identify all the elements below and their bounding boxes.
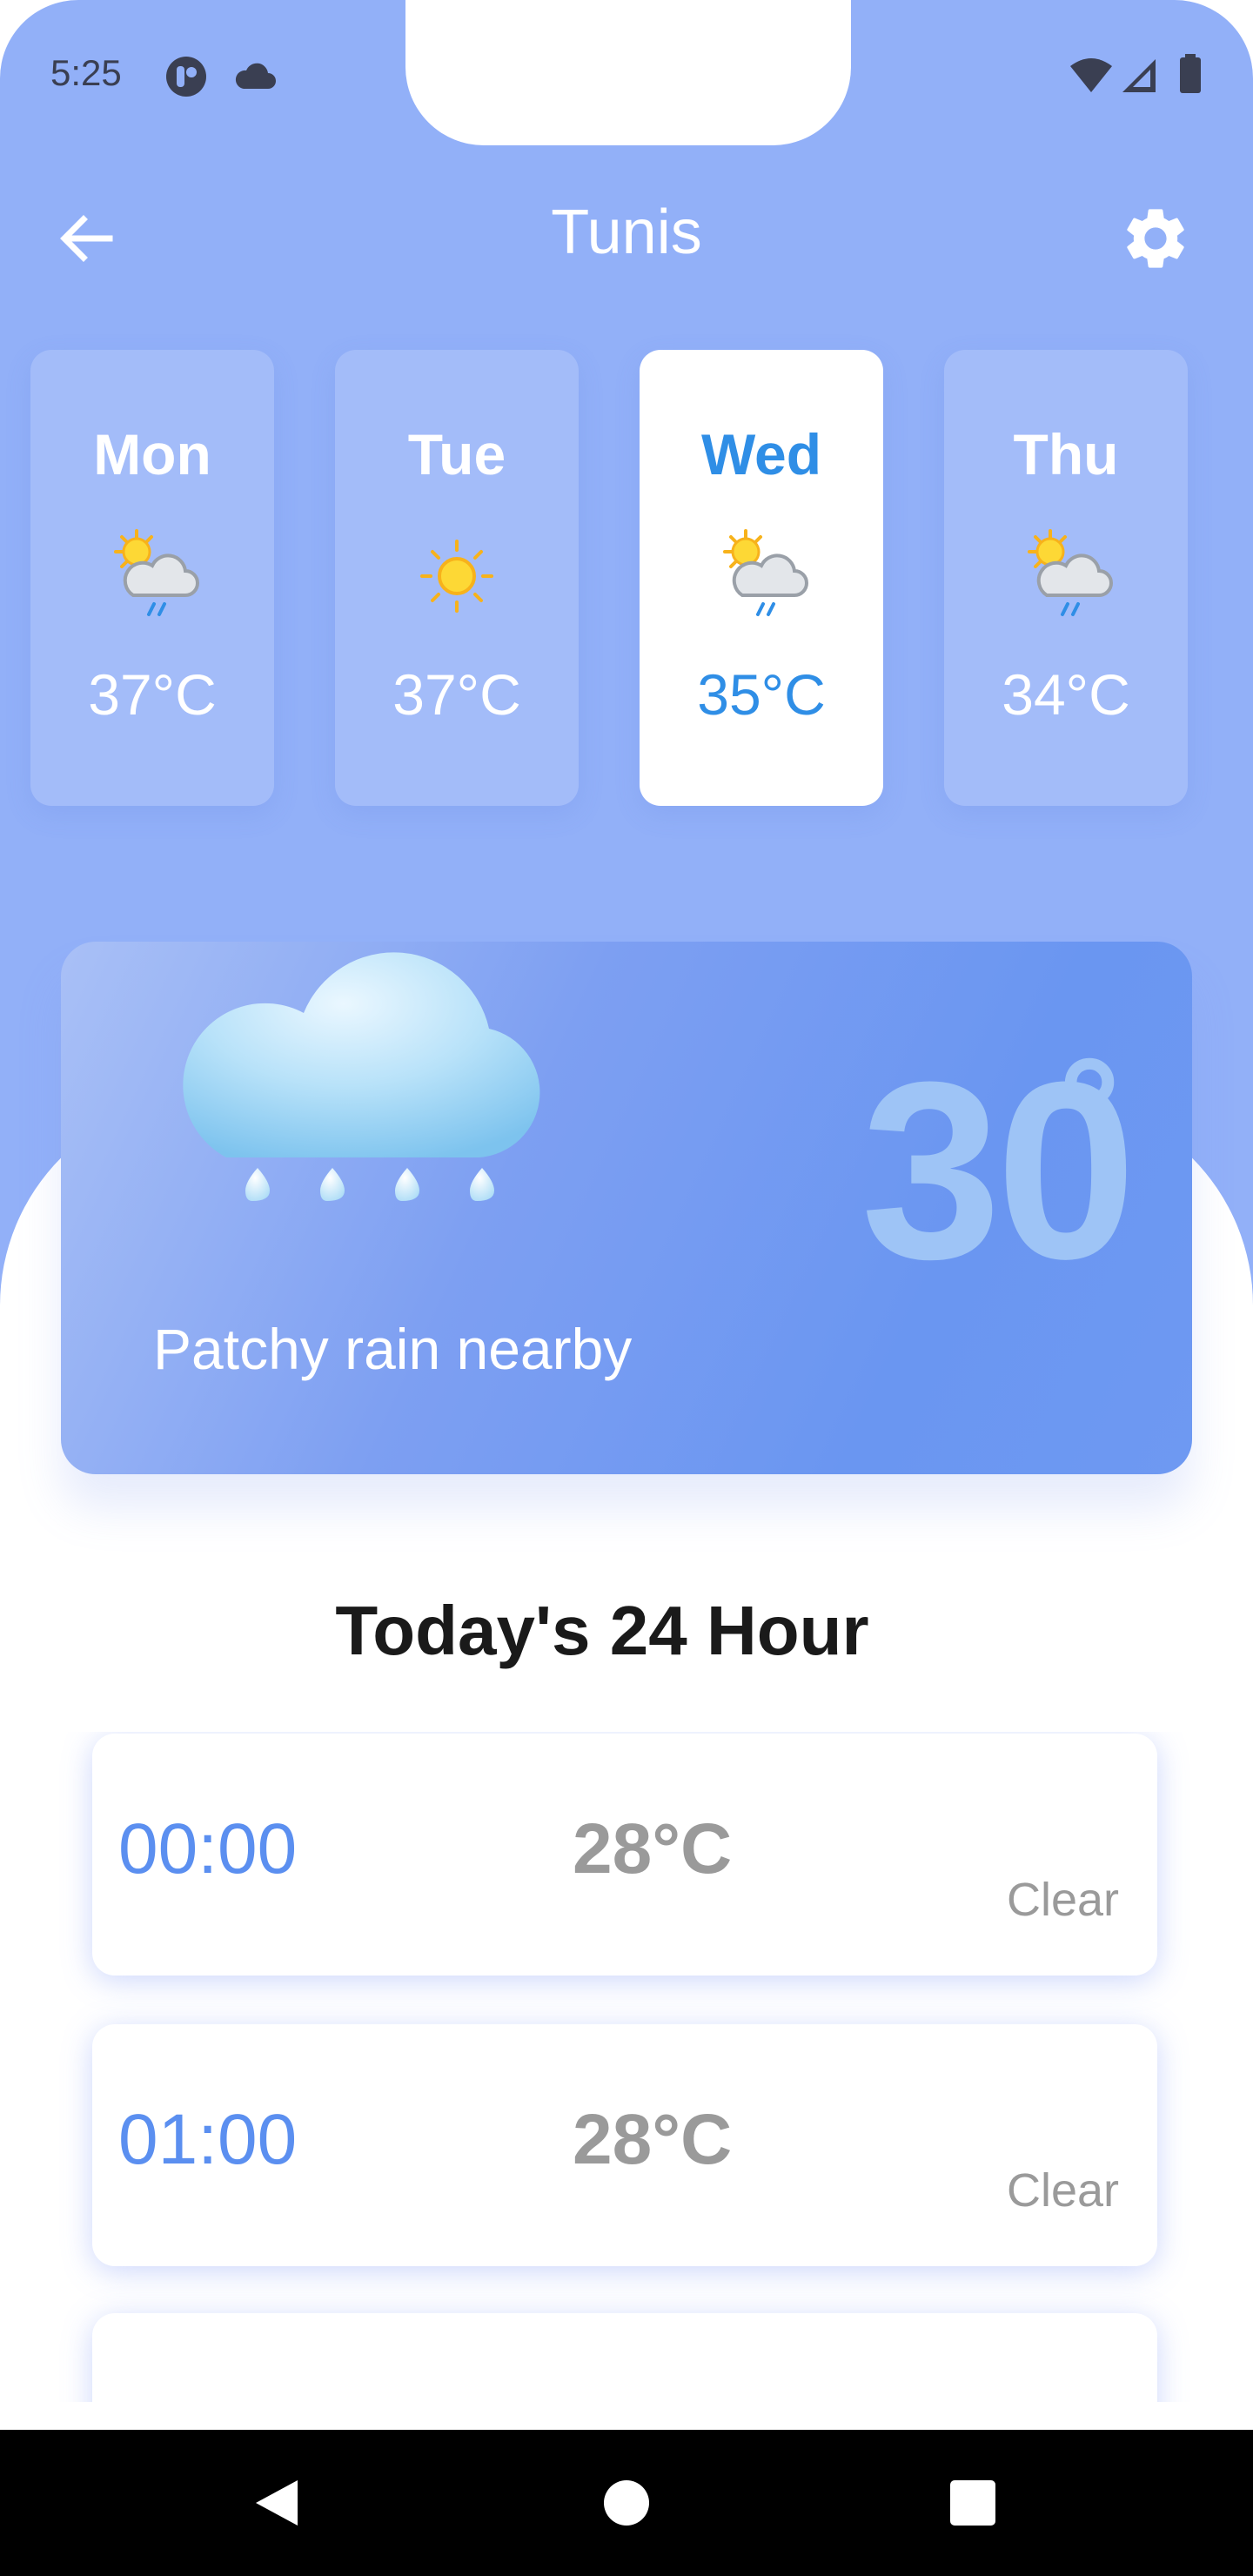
nav-recents-button[interactable] (938, 2468, 1008, 2538)
moon-icon (1056, 2090, 1072, 2122)
app-bar: Tunis (0, 174, 1253, 296)
hour-temp: 28°C (573, 2100, 733, 2179)
moon-icon (1056, 2379, 1072, 2402)
status-time: 5:25 (50, 52, 122, 93)
hour-row[interactable] (92, 2313, 1157, 2402)
rain-cloud-icon (183, 952, 540, 1201)
day-name: Thu (1013, 422, 1119, 486)
system-nav-bar (0, 2430, 1253, 2576)
day-temp: 35°C (697, 662, 826, 727)
sun-cloud-rain-icon (723, 529, 808, 616)
moon-icon (1056, 1800, 1072, 1831)
hour-row[interactable]: 01:00 28°C Clear (92, 2024, 1157, 2266)
nav-back-button[interactable] (244, 2468, 313, 2538)
day-name: Mon (93, 422, 211, 486)
sun-cloud-rain-icon (114, 529, 199, 616)
cellular-icon (1121, 57, 1157, 98)
hour-condition: Clear (1006, 1874, 1119, 1926)
hourly-section-title: Today's 24 Hour (335, 1592, 869, 1669)
day-card-wed[interactable]: Wed 35°C (640, 350, 883, 806)
home-circle-icon (604, 2480, 649, 2526)
status-bar: 5:25 (0, 50, 1253, 103)
degree-symbol: ° (1058, 1026, 1121, 1201)
day-name: Wed (700, 422, 822, 486)
day-temp: 37°C (88, 662, 217, 727)
day-name: Tue (407, 422, 506, 486)
day-card-tue[interactable]: Tue 37°C (335, 350, 579, 806)
sun-cloud-rain-icon (1028, 529, 1113, 616)
sun-icon (420, 540, 493, 613)
hour-row[interactable]: 00:00 28°C Clear (92, 1734, 1157, 1976)
day-card-thu[interactable]: Thu 34°C (944, 350, 1188, 806)
hour-time: 01:00 (118, 2100, 298, 2179)
hourly-list[interactable]: 00:00 28°C Clear 01:00 28°C Clear (0, 1732, 1253, 2402)
nav-home-button[interactable] (592, 2468, 661, 2538)
day-temp: 37°C (392, 662, 521, 727)
hour-time: 00:00 (118, 1809, 298, 1888)
battery-icon (1178, 54, 1203, 98)
gear-icon (1127, 209, 1184, 268)
settings-button[interactable] (1119, 202, 1192, 275)
day-card-mon[interactable]: Mon 37°C (30, 350, 274, 806)
city-title: Tunis (551, 198, 702, 267)
hour-temp: 28°C (573, 1809, 733, 1888)
app-badge-icon (164, 54, 209, 104)
hour-condition: Clear (1006, 2164, 1119, 2217)
current-condition: Patchy rain nearby (153, 1317, 633, 1381)
recents-square-icon (950, 2480, 995, 2526)
cloud-icon (233, 61, 277, 95)
daily-forecast-row: Mon 37°C Tue 37°C Wed 35°C Thu 34°C (0, 350, 1253, 808)
back-triangle-icon (256, 2480, 298, 2526)
app-screen: 5:25 Tunis Mon 37°C Tue 37°C Wed 35°C Th… (0, 0, 1253, 2576)
wifi-icon (1069, 56, 1114, 98)
day-temp: 34°C (1002, 662, 1130, 727)
